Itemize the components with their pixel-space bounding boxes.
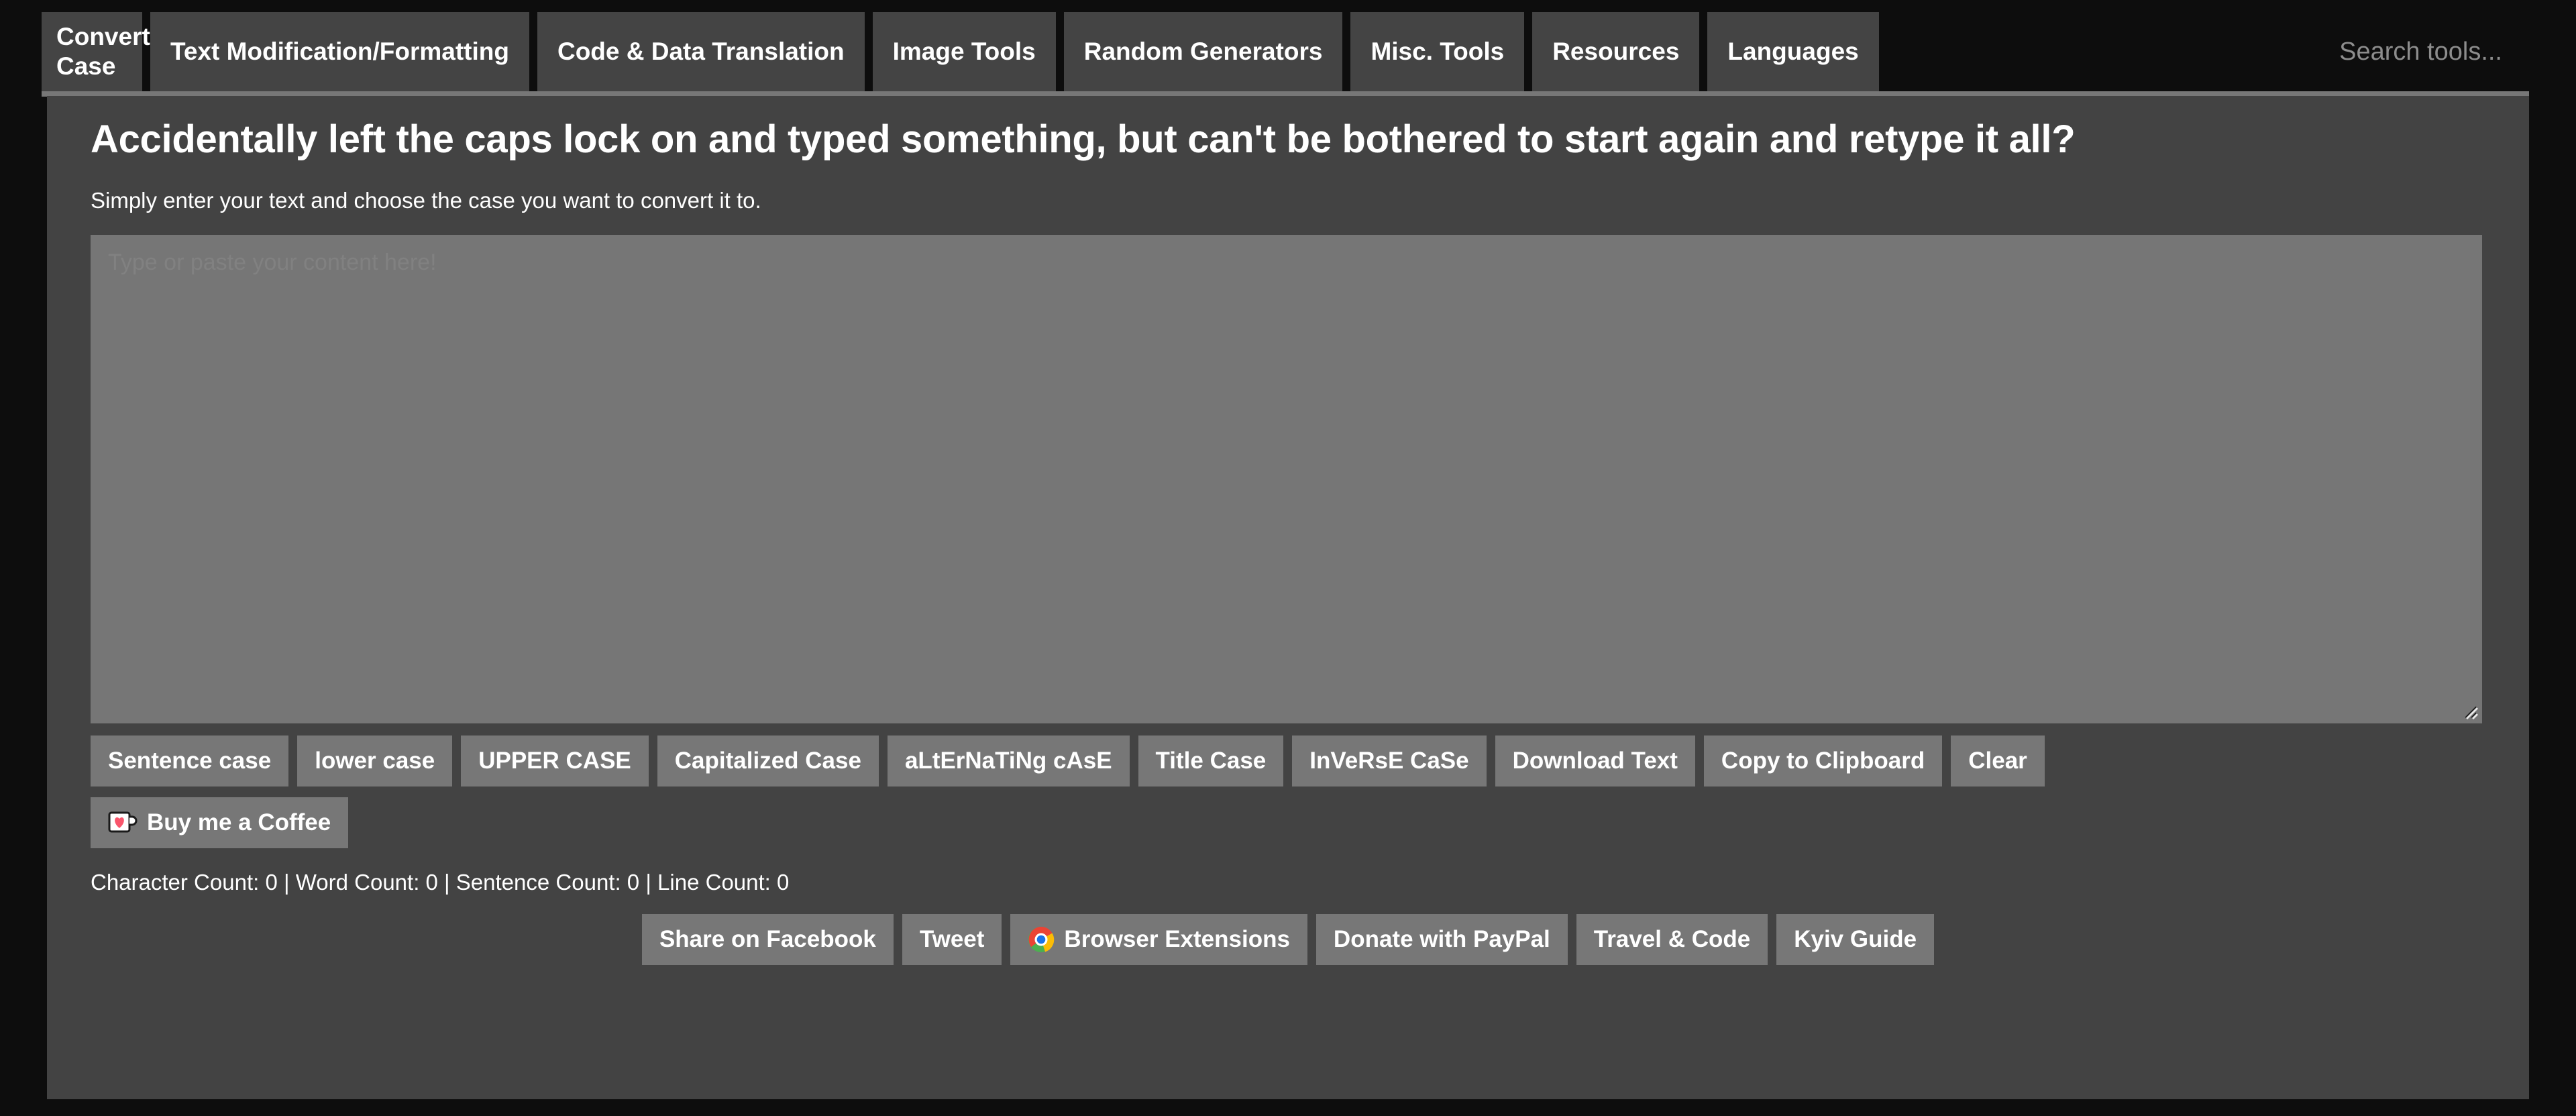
- tab-random-generators[interactable]: Random Generators: [1063, 12, 1343, 91]
- tab-code-data-translation[interactable]: Code & Data Translation: [537, 12, 865, 91]
- lower-case-button[interactable]: lower case: [297, 735, 453, 787]
- travel-and-code-button[interactable]: Travel & Code: [1576, 913, 1768, 965]
- content-panel: Accidentally left the caps lock on and t…: [47, 91, 2529, 1099]
- button-label: Download Text: [1512, 748, 1678, 774]
- coffee-cup-heart-icon: [108, 810, 138, 835]
- tab-label: Languages: [1727, 38, 1859, 66]
- button-label: Donate with PayPal: [1333, 926, 1550, 953]
- tab-languages[interactable]: Languages: [1707, 12, 1879, 91]
- search-input[interactable]: [2086, 37, 2502, 66]
- button-label: Tweet: [919, 926, 985, 953]
- button-label: UPPER CASE: [478, 748, 631, 774]
- button-label: Capitalized Case: [674, 748, 861, 774]
- tab-label: Resources: [1552, 38, 1680, 66]
- button-label: lower case: [315, 748, 435, 774]
- button-label: Buy me a Coffee: [147, 809, 331, 836]
- page-subtitle: Simply enter your text and choose the ca…: [91, 187, 761, 213]
- textarea-container: [91, 234, 2482, 723]
- button-label: aLtErNaTiNg cAsE: [904, 748, 1112, 774]
- clear-button[interactable]: Clear: [1951, 735, 2045, 787]
- search-container: [2086, 12, 2576, 91]
- case-action-button-row: Sentence case lower case UPPER CASE Capi…: [91, 735, 2485, 787]
- button-label: Copy to Clipboard: [1721, 748, 1925, 774]
- kyiv-guide-button[interactable]: Kyiv Guide: [1776, 913, 1935, 965]
- button-label: InVeRsE CaSe: [1309, 748, 1469, 774]
- tab-convert-case[interactable]: Convert Case: [42, 12, 150, 97]
- tab-label: Convert Case: [56, 23, 150, 80]
- button-label: Sentence case: [108, 748, 272, 774]
- inverse-case-button[interactable]: InVeRsE CaSe: [1292, 735, 1487, 787]
- coffee-button-row: Buy me a Coffee: [91, 797, 2485, 848]
- tab-text-modification-formatting[interactable]: Text Modification/Formatting: [150, 12, 529, 91]
- title-case-button[interactable]: Title Case: [1138, 735, 1284, 787]
- tab-label: Text Modification/Formatting: [170, 38, 509, 66]
- browser-extensions-button[interactable]: Browser Extensions: [1010, 913, 1307, 965]
- alternating-case-button[interactable]: aLtErNaTiNg cAsE: [887, 735, 1130, 787]
- footer-link-button-row: Share on Facebook Tweet Browser Extensio…: [91, 913, 2485, 965]
- tab-resources[interactable]: Resources: [1532, 12, 1700, 91]
- main-navigation-tabbar: Convert Case Text Modification/Formattin…: [0, 0, 2576, 97]
- tab-label: Image Tools: [892, 38, 1036, 66]
- tab-label: Misc. Tools: [1371, 38, 1505, 66]
- donate-with-paypal-button[interactable]: Donate with PayPal: [1316, 913, 1568, 965]
- download-text-button[interactable]: Download Text: [1495, 735, 1695, 787]
- tab-label: Code & Data Translation: [557, 38, 845, 66]
- tab-image-tools[interactable]: Image Tools: [872, 12, 1056, 91]
- button-label: Title Case: [1155, 748, 1267, 774]
- count-status-text: Character Count: 0 | Word Count: 0 | Sen…: [91, 869, 790, 895]
- capitalized-case-button[interactable]: Capitalized Case: [657, 735, 879, 787]
- tab-misc-tools[interactable]: Misc. Tools: [1350, 12, 1525, 91]
- upper-case-button[interactable]: UPPER CASE: [461, 735, 649, 787]
- button-label: Browser Extensions: [1064, 926, 1290, 953]
- share-on-facebook-button[interactable]: Share on Facebook: [641, 913, 894, 965]
- sentence-case-button[interactable]: Sentence case: [91, 735, 289, 787]
- button-label: Travel & Code: [1593, 926, 1751, 953]
- copy-to-clipboard-button[interactable]: Copy to Clipboard: [1703, 735, 1943, 787]
- button-label: Share on Facebook: [659, 926, 876, 953]
- tweet-button[interactable]: Tweet: [902, 913, 1002, 965]
- button-label: Clear: [1968, 748, 2027, 774]
- chrome-icon: [1028, 926, 1055, 953]
- page-title: Accidentally left the caps lock on and t…: [91, 117, 2076, 161]
- tab-label: Random Generators: [1083, 38, 1323, 66]
- text-input[interactable]: [91, 234, 2482, 723]
- buy-me-a-coffee-button[interactable]: Buy me a Coffee: [91, 797, 349, 848]
- button-label: Kyiv Guide: [1794, 926, 1917, 953]
